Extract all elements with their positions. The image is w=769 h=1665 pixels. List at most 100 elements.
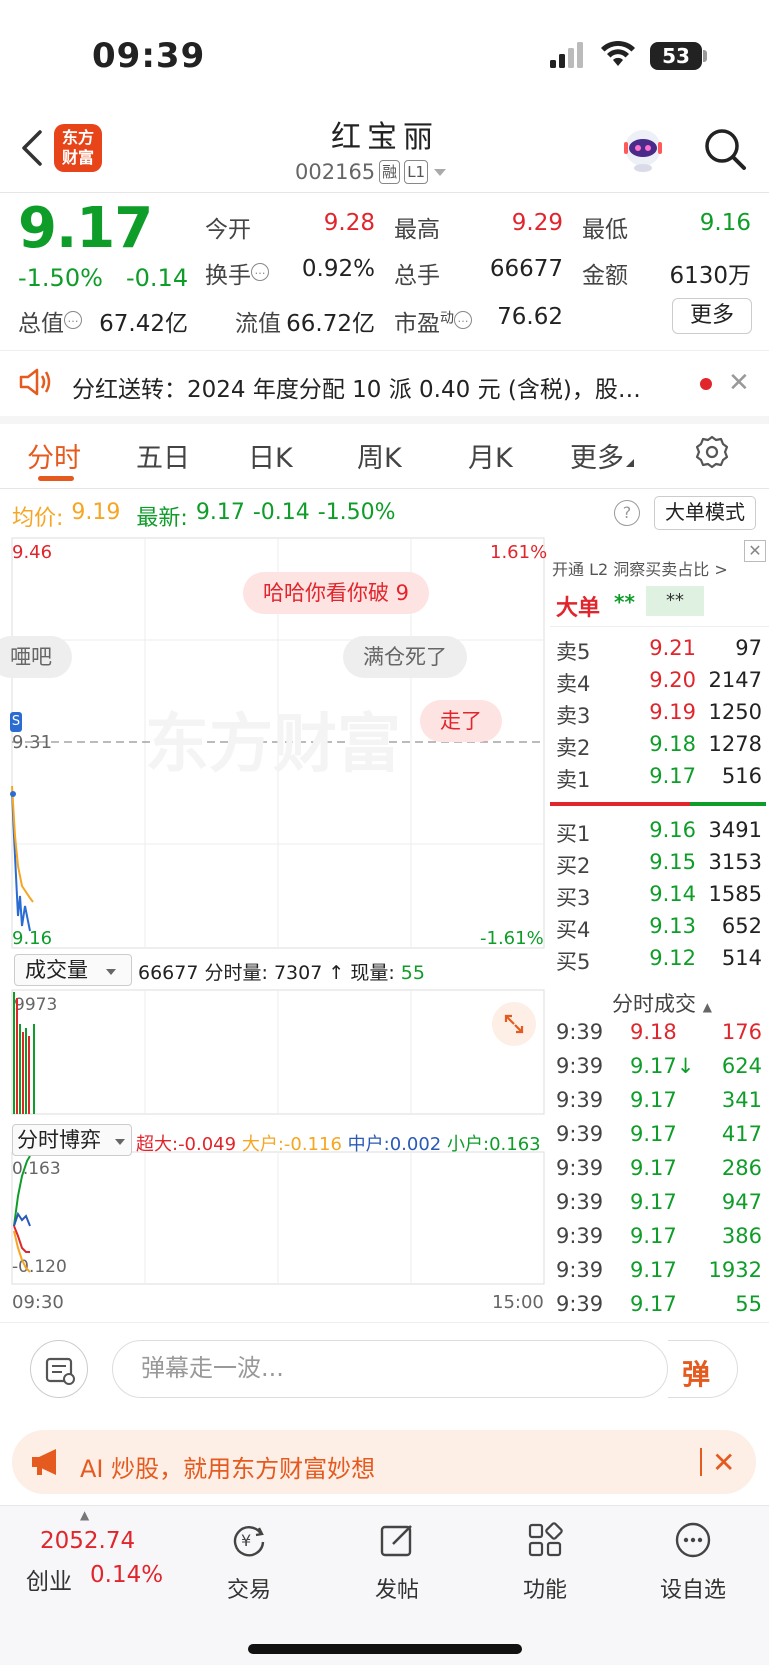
tab-trade[interactable]: ¥ 交易 xyxy=(194,1520,304,1604)
more-dots-icon xyxy=(675,1522,711,1558)
float-value: 66.72亿 xyxy=(286,311,375,337)
tick-row: 9:39 9.17 341 xyxy=(556,1088,762,1112)
index-value[interactable]: 2052.74 xyxy=(40,1528,135,1554)
volume-bar xyxy=(13,992,15,1114)
info-icon[interactable]: … xyxy=(64,311,82,330)
mktcap-label: 总值… xyxy=(18,304,82,338)
tab-monthly-k[interactable]: 月K xyxy=(468,436,513,475)
danmu-input[interactable]: 弹幕走一波... xyxy=(112,1340,668,1398)
low-value: 9.16 xyxy=(699,210,751,236)
tab-watchlist[interactable]: 设自选 xyxy=(638,1520,748,1604)
gear-icon[interactable] xyxy=(694,434,730,470)
volume-max-label: 9973 xyxy=(14,995,57,1015)
tab-more[interactable]: 更多 xyxy=(570,436,634,475)
svg-text:¥: ¥ xyxy=(241,1531,251,1550)
event-marker-icon[interactable]: S xyxy=(10,712,22,732)
bid-row[interactable]: 买5 9.12 514 xyxy=(556,946,762,978)
big-order-mode-button[interactable]: 大单模式 xyxy=(654,496,756,530)
divider xyxy=(550,626,769,627)
tick-row: 9:39 9.17 1932 xyxy=(556,1258,762,1282)
more-button[interactable]: 更多 xyxy=(672,298,752,334)
search-icon[interactable] xyxy=(702,126,748,172)
tab-trade-label: 交易 xyxy=(226,1578,271,1603)
volume-bar xyxy=(25,1028,27,1114)
tab-post[interactable]: 发帖 xyxy=(342,1520,452,1604)
info-icon[interactable]: … xyxy=(454,311,472,330)
l2-promo-link[interactable]: 开通 L2 洞察买卖占比 > xyxy=(552,556,728,580)
speaker-icon xyxy=(19,368,51,396)
danmu-bullet[interactable]: 哈哈你看你破 9 xyxy=(243,572,430,614)
danmu-bullet[interactable]: 唖吧 xyxy=(0,636,72,678)
help-icon[interactable]: ? xyxy=(614,500,640,526)
bid-row[interactable]: 买4 9.13 652 xyxy=(556,914,762,946)
turnover-value: 0.92% xyxy=(301,256,375,282)
stock-code-row[interactable]: 002165 融 L1 xyxy=(295,158,448,186)
app-logo-line1: 东方 xyxy=(61,128,94,147)
ask-row[interactable]: 卖4 9.20 2147 xyxy=(556,668,762,700)
back-icon[interactable] xyxy=(18,128,48,168)
game-info: 超大:-0.049 大户:-0.116 中户:0.002 小户:0.163 xyxy=(136,1130,541,1156)
amount-label: 金额 xyxy=(582,263,628,289)
danmu-send-button[interactable]: 弹 xyxy=(668,1340,738,1398)
time-end-label: 15:00 xyxy=(492,1292,544,1313)
notice-close-icon[interactable]: ✕ xyxy=(728,368,750,398)
bid-row[interactable]: 买2 9.15 3153 xyxy=(556,850,762,882)
stock-code: 002165 xyxy=(295,160,376,184)
current-price: 9.17 xyxy=(18,196,153,261)
index-name[interactable]: 创业 xyxy=(26,1562,72,1596)
float-label: 流值 xyxy=(235,311,281,337)
corner-triangle-icon xyxy=(626,459,634,467)
tick-row: 9:39 9.17↓ 624 xyxy=(556,1054,762,1078)
ask-row[interactable]: 卖3 9.19 1250 xyxy=(556,700,762,732)
home-indicator xyxy=(248,1644,522,1654)
avg-price-row: 均价: 9.19 最新: 9.17 -0.14 -1.50% xyxy=(12,500,396,532)
tab-intraday[interactable]: 分时 xyxy=(27,436,81,475)
unread-dot xyxy=(700,378,712,390)
grid-icon xyxy=(528,1522,563,1557)
danmu-bullet[interactable]: 走了 xyxy=(420,700,502,742)
pe-value: 76.62 xyxy=(497,304,563,330)
tab-five-day[interactable]: 五日 xyxy=(136,436,190,475)
notice-text[interactable]: 分红送转：2024 年度分配 10 派 0.40 元 (含税)，股… xyxy=(72,370,672,404)
index-pct[interactable]: 0.14% xyxy=(90,1562,163,1588)
ask-row[interactable]: 卖5 9.21 97 xyxy=(556,636,762,668)
high-value: 9.29 xyxy=(511,210,563,236)
dropdown-triangle-icon xyxy=(114,1139,125,1145)
latest-value: 9.17 xyxy=(195,500,245,525)
l2-close-icon[interactable]: ✕ xyxy=(744,540,766,562)
volume-bar xyxy=(33,1024,35,1114)
tab-weekly-k[interactable]: 周K xyxy=(357,436,402,475)
tick-row: 9:39 9.17 947 xyxy=(556,1190,762,1214)
volume-label: 总手 xyxy=(394,263,440,289)
expand-button[interactable] xyxy=(492,1002,536,1046)
tick-row: 9:39 9.18 176 xyxy=(556,1020,762,1044)
ai-banner-close-icon[interactable]: ✕ xyxy=(712,1446,735,1479)
volume-bar xyxy=(28,1036,30,1114)
y-bottom-pct-label: -1.61% xyxy=(480,928,544,949)
ai-banner-text[interactable]: AI 炒股，就用东方财富妙想 xyxy=(80,1449,375,1484)
game-top-label: 0.163 xyxy=(12,1159,61,1179)
bid-row[interactable]: 买1 9.16 3491 xyxy=(556,818,762,850)
game-selector[interactable]: 分时博弈 xyxy=(12,1124,132,1156)
price-start-dot xyxy=(10,791,16,797)
danmu-settings-button[interactable] xyxy=(30,1340,88,1398)
volume-total: 66677 xyxy=(138,962,199,984)
tab-functions-label: 功能 xyxy=(522,1578,567,1603)
tab-underline xyxy=(38,476,74,481)
danmu-bullet[interactable]: 满仓死了 xyxy=(343,636,467,678)
volume-selector[interactable]: 成交量 xyxy=(14,954,132,986)
tab-daily-k[interactable]: 日K xyxy=(248,436,293,475)
volume-bar xyxy=(22,1032,24,1114)
bid-row[interactable]: 买3 9.14 1585 xyxy=(556,882,762,914)
robot-avatar-icon[interactable] xyxy=(618,124,668,174)
info-icon[interactable]: … xyxy=(251,263,269,282)
ticks-header[interactable]: 分时成交 ▲ xyxy=(612,988,712,1018)
big-order-value-1: ** xyxy=(614,590,635,614)
index-up-arrow-icon: ▲ xyxy=(80,1508,90,1522)
ask-row[interactable]: 卖2 9.18 1278 xyxy=(556,732,762,764)
tab-functions[interactable]: 功能 xyxy=(490,1520,600,1604)
avg-label: 均价: xyxy=(12,506,64,531)
app-logo[interactable]: 东方 财富 xyxy=(54,124,102,172)
game-small: 小户:0.163 xyxy=(447,1134,541,1155)
ask-row[interactable]: 卖1 9.17 516 xyxy=(556,764,762,796)
